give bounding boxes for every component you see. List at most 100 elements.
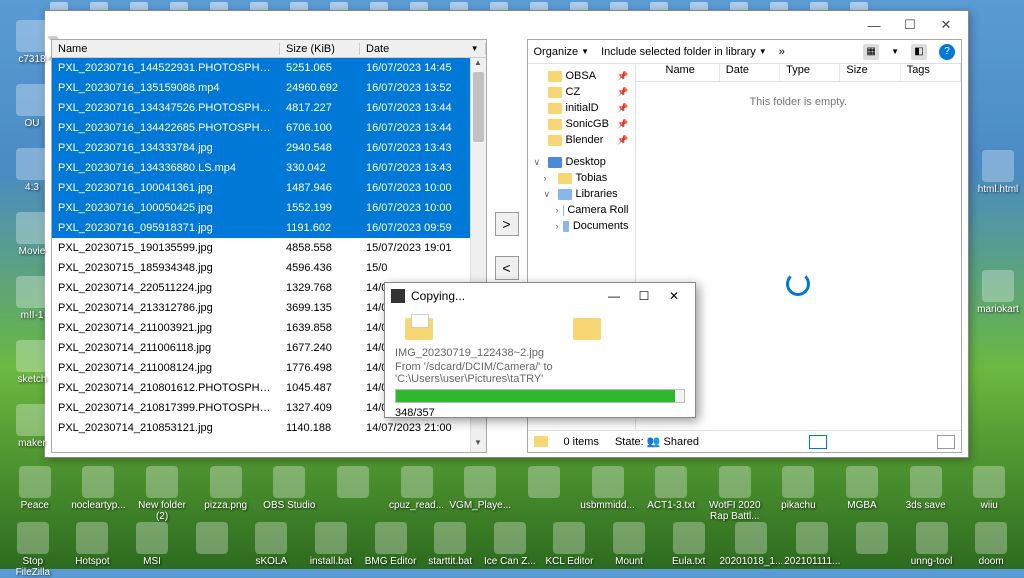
organize-menu[interactable]: Organize ▼: [534, 46, 590, 58]
desktop-shortcut[interactable]: sketch: [2, 340, 62, 385]
desktop-shortcut[interactable]: nocleartyp...: [68, 466, 130, 522]
file-row[interactable]: PXL_20230716_095918371.jpg1191.60216/07/…: [52, 218, 486, 238]
desktop-shortcut[interactable]: VGM_Playe...: [449, 466, 511, 522]
desktop-shortcut[interactable]: OBS Studio: [259, 466, 321, 522]
col-tags[interactable]: Tags: [901, 64, 961, 81]
help-icon[interactable]: ?: [939, 44, 955, 60]
maximize-button[interactable]: ☐: [892, 13, 928, 37]
progress-bar: [395, 389, 685, 403]
file-row[interactable]: PXL_20230715_190135599.jpg4858.55815/07/…: [52, 238, 486, 258]
desktop-shortcut[interactable]: usbmmidd...: [577, 466, 639, 522]
desktop-shortcut[interactable]: Mount: [600, 522, 658, 578]
desktop-shortcut[interactable]: Ice Can Z...: [481, 522, 539, 578]
col-header-size[interactable]: Size (KiB): [280, 43, 360, 55]
scroll-down-icon[interactable]: ▼: [471, 438, 486, 452]
file-size: 2940.548: [280, 142, 360, 154]
tree-documents[interactable]: ›Documents: [530, 218, 633, 234]
desktop-shortcut[interactable]: WotFI 2020 Rap Battl...: [704, 466, 766, 522]
icons-view-icon[interactable]: [937, 435, 955, 449]
desktop-shortcut[interactable]: BMG Editor: [362, 522, 420, 578]
desktop-shortcut[interactable]: [513, 466, 575, 522]
desktop-shortcut[interactable]: Stop FileZilla: [4, 522, 62, 578]
desktop-shortcut[interactable]: pikachu: [768, 466, 830, 522]
tree-libraries[interactable]: ∨Libraries: [530, 186, 633, 202]
desktop-shortcut[interactable]: install.bat: [302, 522, 360, 578]
file-row[interactable]: PXL_20230716_100050425.jpg1552.19916/07/…: [52, 198, 486, 218]
desktop-shortcut[interactable]: starttit.bat: [421, 522, 479, 578]
desktop-shortcut[interactable]: MGBA: [831, 466, 893, 522]
file-row[interactable]: PXL_20230716_144522931.PHOTOSPHERE.jpg52…: [52, 58, 486, 78]
file-row[interactable]: PXL_20230716_134336880.LS.mp4330.04216/0…: [52, 158, 486, 178]
desktop-shortcut[interactable]: doom: [962, 522, 1020, 578]
col-header-date[interactable]: Date▼: [360, 43, 486, 55]
loading-spinner-icon: [786, 272, 810, 296]
dialog-close-button[interactable]: ✕: [659, 285, 689, 307]
dialog-minimize-button[interactable]: —: [599, 285, 629, 307]
dialog-maximize-button[interactable]: ☐: [629, 285, 659, 307]
desktop-shortcut[interactable]: pizza.png: [195, 466, 257, 522]
file-row[interactable]: PXL_20230716_134422685.PHOTOSPHERE.jpg67…: [52, 118, 486, 138]
file-row[interactable]: PXL_20230715_185934348.jpg4596.43615/0: [52, 258, 486, 278]
file-size: 4858.558: [280, 242, 360, 254]
desktop-shortcut[interactable]: [843, 522, 901, 578]
desktop-shortcut[interactable]: wiiu: [958, 466, 1020, 522]
desktop-shortcut[interactable]: html.html: [968, 150, 1024, 195]
tree-quick-item[interactable]: initialD📌: [530, 100, 633, 116]
scroll-up-icon[interactable]: ▲: [471, 58, 486, 72]
desktop-shortcut[interactable]: mariokart: [968, 270, 1024, 315]
copy-path-text: From '/sdcard/DCIM/Camera/' to 'C:\Users…: [395, 361, 685, 385]
tree-desktop[interactable]: ∨Desktop: [530, 154, 633, 170]
copy-left-button[interactable]: <: [495, 256, 519, 280]
desktop-shortcut[interactable]: 3ds save: [895, 466, 957, 522]
copy-right-button[interactable]: >: [495, 212, 519, 236]
desktop-shortcut[interactable]: Hotspot: [64, 522, 122, 578]
desktop-shortcut[interactable]: ACT1-3.txt: [640, 466, 702, 522]
view-options-icon[interactable]: ▦: [863, 44, 879, 60]
desktop-shortcut[interactable]: cpuz_read...: [386, 466, 448, 522]
tree-quick-item[interactable]: CZ📌: [530, 84, 633, 100]
details-view-icon[interactable]: [809, 435, 827, 449]
col-name[interactable]: Name: [660, 64, 720, 81]
desktop-shortcut[interactable]: KCL Editor: [541, 522, 599, 578]
tree-quick-item[interactable]: OBSA📌: [530, 68, 633, 84]
minimize-button[interactable]: —: [856, 13, 892, 37]
scroll-thumb[interactable]: [473, 72, 484, 142]
file-date: 16/07/2023 09:59: [360, 222, 486, 234]
file-row[interactable]: PXL_20230716_135159088.mp424960.69216/07…: [52, 78, 486, 98]
tree-quick-item[interactable]: Blender📌: [530, 132, 633, 148]
desktop-shortcut[interactable]: 202101111...: [784, 522, 842, 578]
dialog-titlebar[interactable]: Copying... — ☐ ✕: [385, 283, 695, 309]
file-row[interactable]: PXL_20230716_100041361.jpg1487.94616/07/…: [52, 178, 486, 198]
close-button[interactable]: ✕: [928, 13, 964, 37]
tree-user[interactable]: ›Tobias: [530, 170, 633, 186]
shortcut-icon: [673, 522, 705, 554]
include-library-menu[interactable]: Include selected folder in library ▼: [601, 46, 767, 58]
desktop-shortcut[interactable]: Movie: [2, 212, 62, 257]
desktop-shortcut[interactable]: c7318: [2, 20, 62, 65]
col-type[interactable]: Type: [780, 64, 840, 81]
toolbar-overflow[interactable]: »: [779, 46, 785, 58]
col-header-name[interactable]: Name: [52, 43, 280, 55]
desktop-shortcut[interactable]: 20201018_1...: [720, 522, 782, 578]
col-size[interactable]: Size: [840, 64, 900, 81]
desktop-shortcut[interactable]: Eula.txt: [660, 522, 718, 578]
desktop-shortcut[interactable]: New folder (2): [131, 466, 193, 522]
desktop-shortcut[interactable]: [183, 522, 241, 578]
desktop-shortcut[interactable]: mII-1: [2, 276, 62, 321]
desktop-shortcut[interactable]: MSI: [123, 522, 181, 578]
desktop-shortcut[interactable]: unng-tool: [903, 522, 961, 578]
desktop-shortcut[interactable]: [322, 466, 384, 522]
file-row[interactable]: PXL_20230716_134333784.jpg2940.54816/07/…: [52, 138, 486, 158]
empty-folder-message: This folder is empty.: [636, 96, 962, 108]
desktop-shortcut[interactable]: 4:3: [2, 148, 62, 193]
desktop-shortcut[interactable]: Peace: [4, 466, 66, 522]
desktop-shortcut[interactable]: sKOLA: [243, 522, 301, 578]
tree-quick-item[interactable]: SonicGB📌: [530, 116, 633, 132]
tree-camera-roll[interactable]: ›Camera Roll: [530, 202, 633, 218]
desktop-shortcut[interactable]: OU: [2, 84, 62, 129]
desktop-shortcut[interactable]: maker: [2, 404, 62, 449]
preview-pane-icon[interactable]: ◧: [911, 44, 927, 60]
file-row[interactable]: PXL_20230716_134347526.PHOTOSPHERE.jpg48…: [52, 98, 486, 118]
file-size: 6706.100: [280, 122, 360, 134]
col-date[interactable]: Date: [720, 64, 780, 81]
